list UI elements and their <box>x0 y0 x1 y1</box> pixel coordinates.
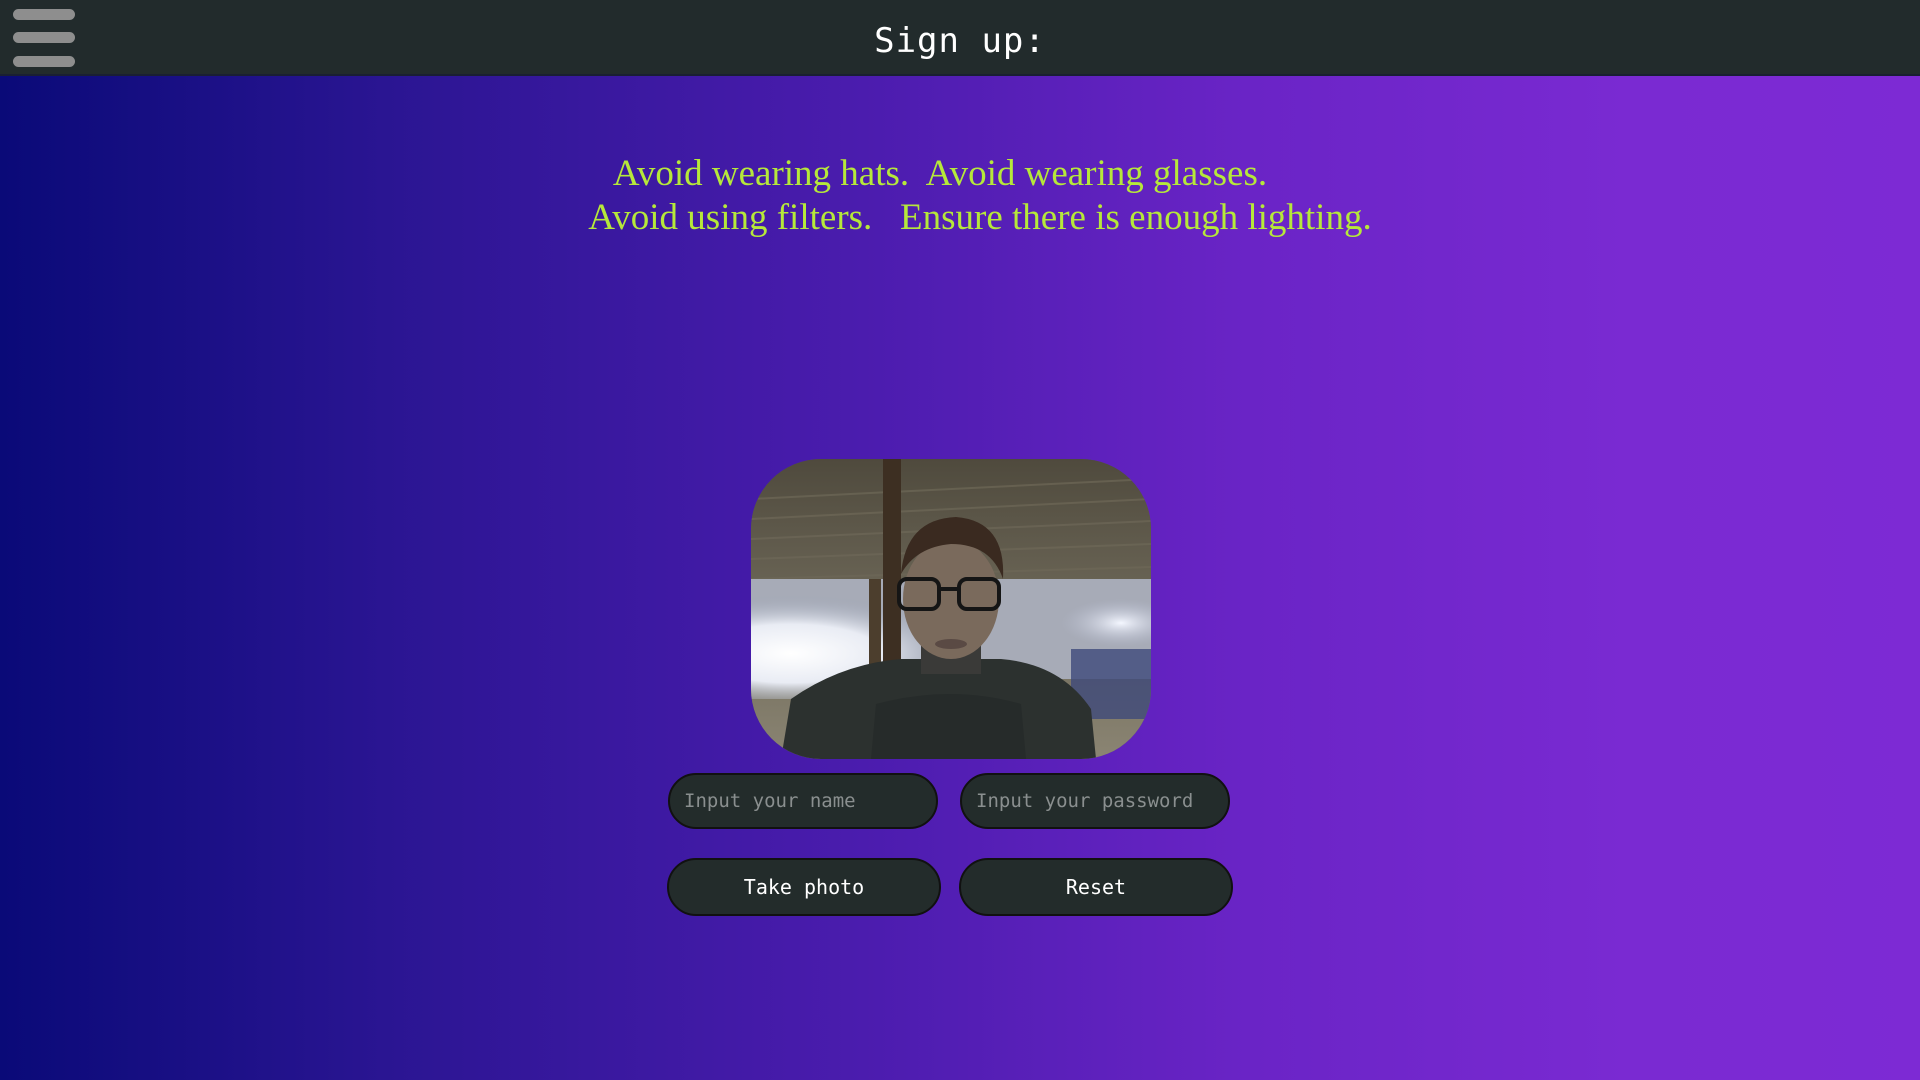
page-title: Sign up: <box>874 21 1046 61</box>
take-photo-button[interactable]: Take photo <box>667 858 941 916</box>
tips-line-1: Avoid wearing hats. Avoid wearing glasse… <box>612 153 1268 194</box>
password-input[interactable] <box>960 773 1230 829</box>
photo-tips: Avoid wearing hats. Avoid wearing glasse… <box>0 152 1920 240</box>
name-input[interactable] <box>668 773 938 829</box>
webcam-frame <box>751 459 1151 759</box>
tips-line-2: Avoid using filters. Ensure there is eno… <box>588 197 1372 238</box>
camera-preview <box>751 459 1151 759</box>
reset-button[interactable]: Reset <box>959 858 1233 916</box>
top-bar: Sign up: <box>0 0 1920 76</box>
